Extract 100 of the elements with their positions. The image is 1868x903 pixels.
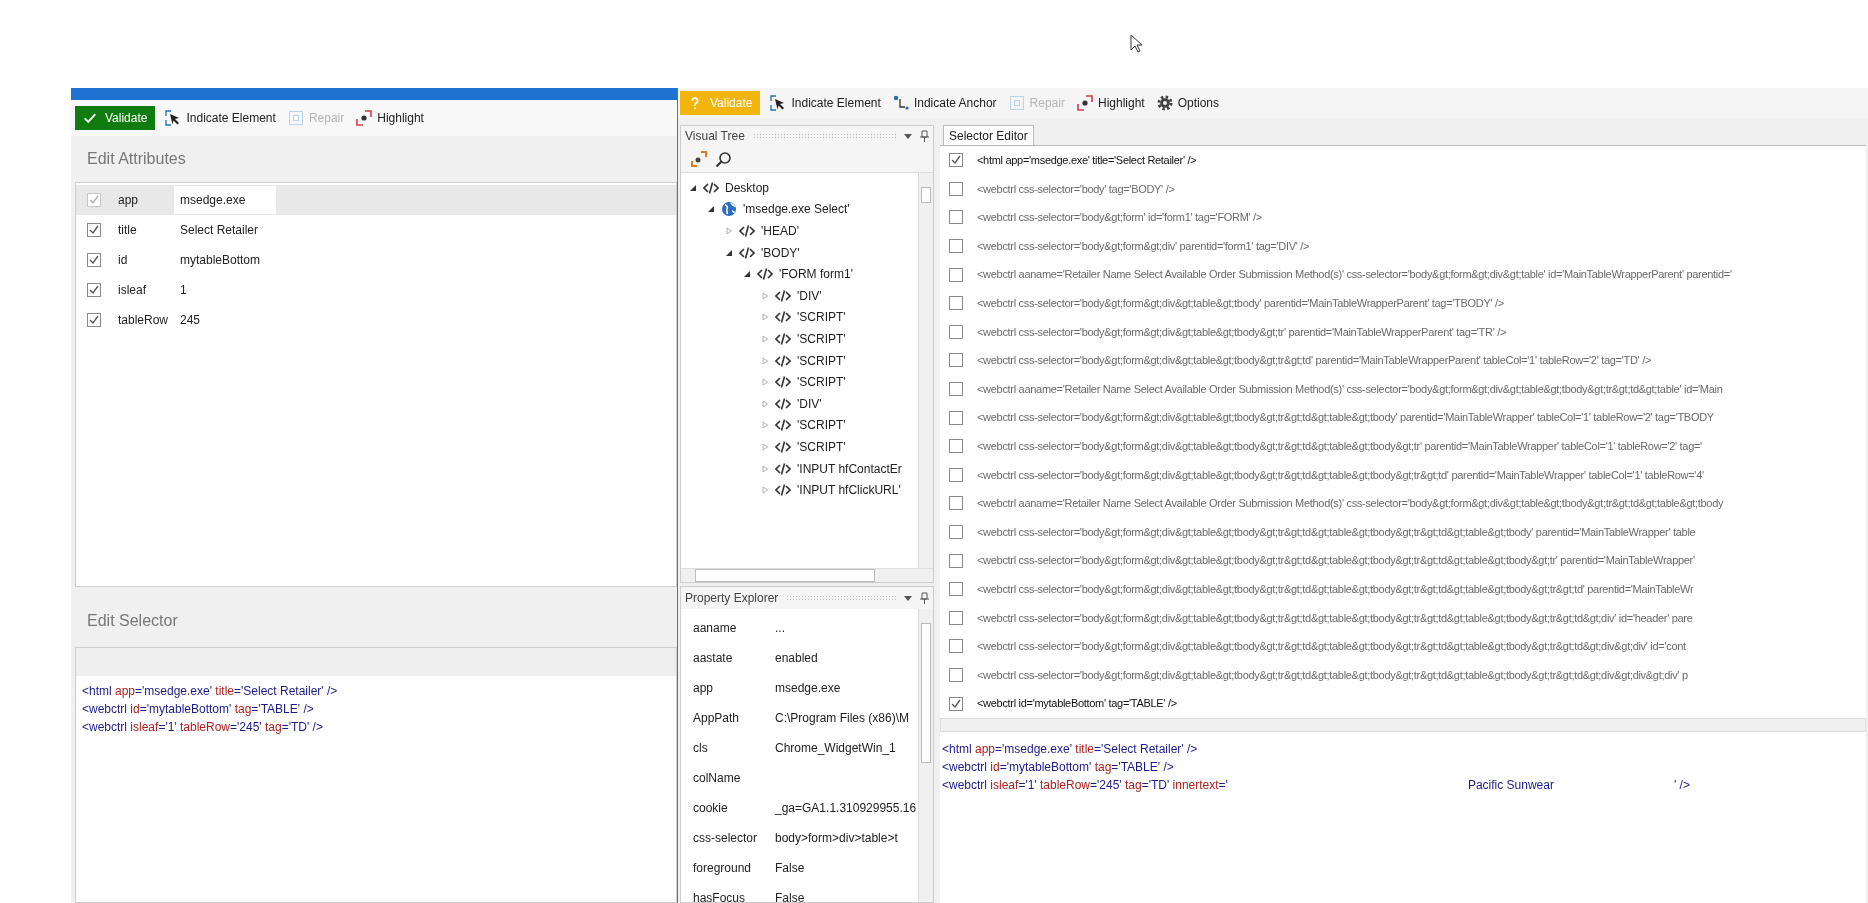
pin-icon[interactable] [920,130,929,142]
code-icon [703,179,719,196]
tree-item[interactable]: 'BODY' [761,243,800,262]
highlight-button[interactable]: Highlight [1074,91,1147,115]
attribute-name: isleaf [118,282,147,299]
checkbox[interactable] [949,296,963,311]
indicate-button[interactable]: Indicate Element [163,106,278,130]
highlight-icon [1076,95,1093,111]
checkbox[interactable] [949,267,963,282]
dropdown-caret-icon[interactable] [904,595,912,601]
checkbox[interactable] [949,439,963,454]
code-line: <webctrl id='mytableBottom' tag='TABLE' /> [942,759,1174,776]
checkbox[interactable] [949,210,963,225]
checkbox[interactable] [949,410,963,425]
checkbox[interactable] [949,324,963,339]
tab[interactable]: Selector Editor [943,125,1034,145]
expand-arrow-icon[interactable] [761,334,769,343]
expand-arrow-icon[interactable] [761,356,769,365]
collapse-arrow-icon[interactable] [689,183,697,192]
vertical-scrollbar[interactable] [918,609,933,902]
vertical-scrollbar[interactable] [918,173,933,568]
checkbox[interactable] [949,525,963,539]
checkbox[interactable] [949,239,963,254]
tree-item[interactable]: 'msedge.exe Select' [743,200,850,219]
tree-item[interactable]: 'SCRIPT' [797,437,846,456]
expand-arrow-icon[interactable] [761,421,769,430]
selector-line: <webctrl css-selector='body&gt;form&gt;div&gt;table&gt;tbody&gt;tr' parentid='MainTableWrapperParent' tag='TR' /> [977,324,1507,340]
selector-line: <webctrl css-selector='body&gt;form&gt;div&gt;table&gt;tbody' parentid='MainTableWrapperParent' tag='TBODY' /> [977,296,1504,311]
checkbox[interactable] [87,313,101,327]
property-name: foreground [692,860,753,877]
tree-item[interactable]: 'FORM form1' [779,265,853,284]
checkbox[interactable] [949,668,963,682]
options-button[interactable]: Options [1154,91,1222,115]
tree-item[interactable]: 'DIV' [797,394,822,413]
anchor-button[interactable]: Indicate Anchor [890,91,999,115]
expand-arrow-icon[interactable] [761,313,769,322]
pin-icon[interactable] [920,592,929,604]
checkbox[interactable] [87,253,101,267]
dropdown-caret-icon[interactable] [904,133,912,139]
selector-line: <webctrl css-selector='body&gt;form&gt;div&gt;table&gt;tbody&gt;tr&gt;td&gt;table&gt;tbody&gt;tr&gt;td&gt;table&gt;tbody&gt;tr&gt;td&gt;div' id='header' pare [977,610,1693,626]
selector-line: <webctrl css-selector='body&gt;form&gt;div&gt;table&gt;tbody&gt;tr&gt;td&gt;table&gt;tbody&gt;tr&gt;td&gt;table&gt;tbody&gt;tr&gt;td&gt;div&gt;div&gt;div' p [977,667,1688,683]
checkbox[interactable] [87,283,101,297]
attribute-value[interactable]: Select Retailer [174,216,276,244]
attribute-value[interactable]: 245 [174,306,276,334]
checkbox[interactable] [949,382,963,397]
collapse-arrow-icon[interactable] [725,248,733,257]
selector-text-box[interactable]: <html app='msedge.exe' title='Select Retailer' /> <webctrl id='mytableBottom' tag='TABLE' /> <webctrl isleaf='1' tableRow='245' tag='TD' /> [75,647,677,903]
checkbox[interactable] [949,153,963,168]
tree-item[interactable]: 'SCRIPT' [797,308,846,327]
attribute-value[interactable]: 1 [174,276,276,304]
expand-arrow-icon[interactable] [761,486,769,495]
selector-line: <webctrl css-selector='body&gt;form&gt;div&gt;table&gt;tbody&gt;tr&gt;td&gt;table&gt;tbody' parentid='MainTableWrapper' tableCol='1' tableRow='2' tag='TBODY [977,410,1714,426]
property-name: css-selector [692,830,758,847]
property-value: _ga=GA1.1.310929955.16 [775,800,917,817]
checkbox[interactable] [949,582,963,597]
expand-arrow-icon[interactable] [761,464,769,473]
indicate-button[interactable]: Indicate Element [768,91,883,115]
checkbox[interactable] [949,553,963,568]
section-heading: Edit Attributes [86,149,187,169]
tree-item[interactable]: 'SCRIPT' [797,351,846,370]
tree-item[interactable]: 'INPUT hfContactEr [797,459,902,478]
collapse-arrow-icon[interactable] [743,270,751,279]
selector-line: <webctrl css-selector='body' tag='BODY' /> [977,181,1175,197]
attribute-row[interactable]: isleaf 1 [76,275,676,305]
attribute-row[interactable]: tableRow 245 [76,305,676,335]
horizontal-scrollbar[interactable] [681,568,933,582]
tree-item[interactable]: 'HEAD' [761,222,799,240]
tree-item[interactable]: 'SCRIPT' [797,373,846,392]
expand-arrow-icon[interactable] [761,291,769,300]
checkbox[interactable] [949,610,963,625]
attribute-row[interactable]: title Select Retailer [76,215,676,245]
tree-item[interactable]: Desktop [725,178,770,197]
checkbox[interactable] [949,639,963,654]
checkbox[interactable] [87,223,101,237]
property-value: Chrome_WidgetWin_1 [775,740,896,757]
checkbox[interactable] [949,181,963,196]
highlight-icon[interactable] [691,151,707,167]
highlight-icon [356,110,373,126]
tree-item[interactable]: 'SCRIPT' [797,329,846,348]
property-value: ... [775,620,785,637]
expand-arrow-icon[interactable] [725,227,733,235]
attribute-name: app [118,192,140,209]
checkbox[interactable] [949,696,963,711]
tree-item[interactable]: 'INPUT hfClickURL' [797,481,901,500]
search-icon[interactable] [715,150,732,168]
attribute-value[interactable]: mytableBottom [174,246,276,274]
validate-button[interactable]: Validate [75,106,156,130]
highlight-button[interactable]: Highlight [354,106,426,130]
tree-item[interactable]: 'DIV' [797,286,822,305]
expand-arrow-icon[interactable] [761,399,769,408]
expand-arrow-icon[interactable] [761,442,769,451]
collapse-arrow-icon[interactable] [707,205,715,214]
expand-arrow-icon[interactable] [761,378,769,387]
tree-item[interactable]: 'SCRIPT' [797,416,846,435]
checkbox[interactable] [949,353,963,368]
horizontal-scrollbar[interactable] [940,718,1866,732]
selector-line: <webctrl aaname='Retailer Name Select Available Order Submission Method(s)' css-selector='body&gt;form&gt;div&gt;table' id='MainTableWrapperParent' parentid=' [977,267,1732,283]
attribute-row[interactable]: id mytableBottom [76,245,676,275]
checkbox[interactable] [949,496,963,511]
checkbox[interactable] [949,467,963,482]
